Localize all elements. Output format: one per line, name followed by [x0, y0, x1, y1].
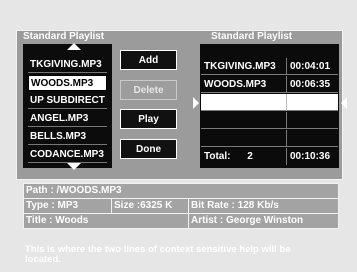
source-file-list[interactable]: TKGIVING.MP3 WOODS.MP3 UP SUBDIRECT ANGE… [23, 43, 112, 170]
list-item[interactable]: UP SUBDIRECT [28, 93, 107, 109]
total-duration: 00:10:36 [290, 151, 331, 162]
artist-info: Artist : George Winston [191, 215, 304, 226]
done-button[interactable]: Done [120, 139, 177, 159]
track-name: WOODS.MP3 [204, 76, 287, 93]
table-row-empty[interactable] [201, 130, 338, 147]
total-row: Total: 2 00:10:36 [201, 148, 338, 165]
insert-right-arrow-icon [341, 97, 347, 109]
empty-cell [204, 112, 287, 129]
path-info: Path : /WOODS.MP3 [26, 185, 122, 196]
total-label: Total: [204, 151, 231, 162]
list-item[interactable]: TKGIVING.MP3 [28, 57, 107, 73]
track-duration: 00:04:01 [290, 61, 331, 72]
empty-cell [204, 130, 287, 147]
type-info: Type : MP3 [26, 200, 79, 211]
track-name: TKGIVING.MP3 [204, 58, 287, 75]
right-panel-title: Standard Playlist [211, 31, 293, 42]
delete-button[interactable]: Delete [120, 80, 177, 100]
playlist-editor-screen: Standard Playlist Standard Playlist TKGI… [0, 0, 357, 272]
left-panel-title: Standard Playlist [23, 31, 105, 42]
total-count: 2 [247, 151, 253, 162]
empty-cell [204, 94, 287, 111]
table-row-empty[interactable] [201, 112, 338, 129]
table-row[interactable]: WOODS.MP3 00:06:35 [201, 76, 338, 93]
table-row[interactable]: TKGIVING.MP3 00:04:01 [201, 58, 338, 75]
scroll-down-arrow-icon[interactable] [67, 163, 81, 170]
title-info: Title : Woods [26, 215, 89, 226]
context-help-text: This is where the two lines of context s… [25, 244, 291, 265]
size-info: Size :6325 K [114, 200, 173, 211]
add-button[interactable]: Add [120, 50, 177, 70]
track-duration: 00:06:35 [290, 79, 331, 90]
insert-left-arrow-icon [193, 97, 199, 109]
track-info-box: Path : /WOODS.MP3 Type : MP3 Size :6325 … [23, 183, 339, 229]
scroll-up-arrow-icon[interactable] [67, 43, 81, 50]
playlist-table[interactable]: TKGIVING.MP3 00:04:01 WOODS.MP3 00:06:35… [200, 44, 339, 168]
total-label-cell: Total: 2 [204, 148, 287, 165]
list-item[interactable]: CODANCE.MP3 [28, 147, 107, 163]
insert-position-row[interactable] [201, 94, 338, 111]
list-item[interactable]: ANGEL.MP3 [28, 111, 107, 127]
bitrate-info: Bit Rate : 128 Kb/s [191, 200, 279, 211]
list-item-selected[interactable]: WOODS.MP3 [28, 75, 107, 91]
play-button[interactable]: Play [120, 109, 177, 129]
list-item[interactable]: BELLS.MP3 [28, 129, 107, 145]
